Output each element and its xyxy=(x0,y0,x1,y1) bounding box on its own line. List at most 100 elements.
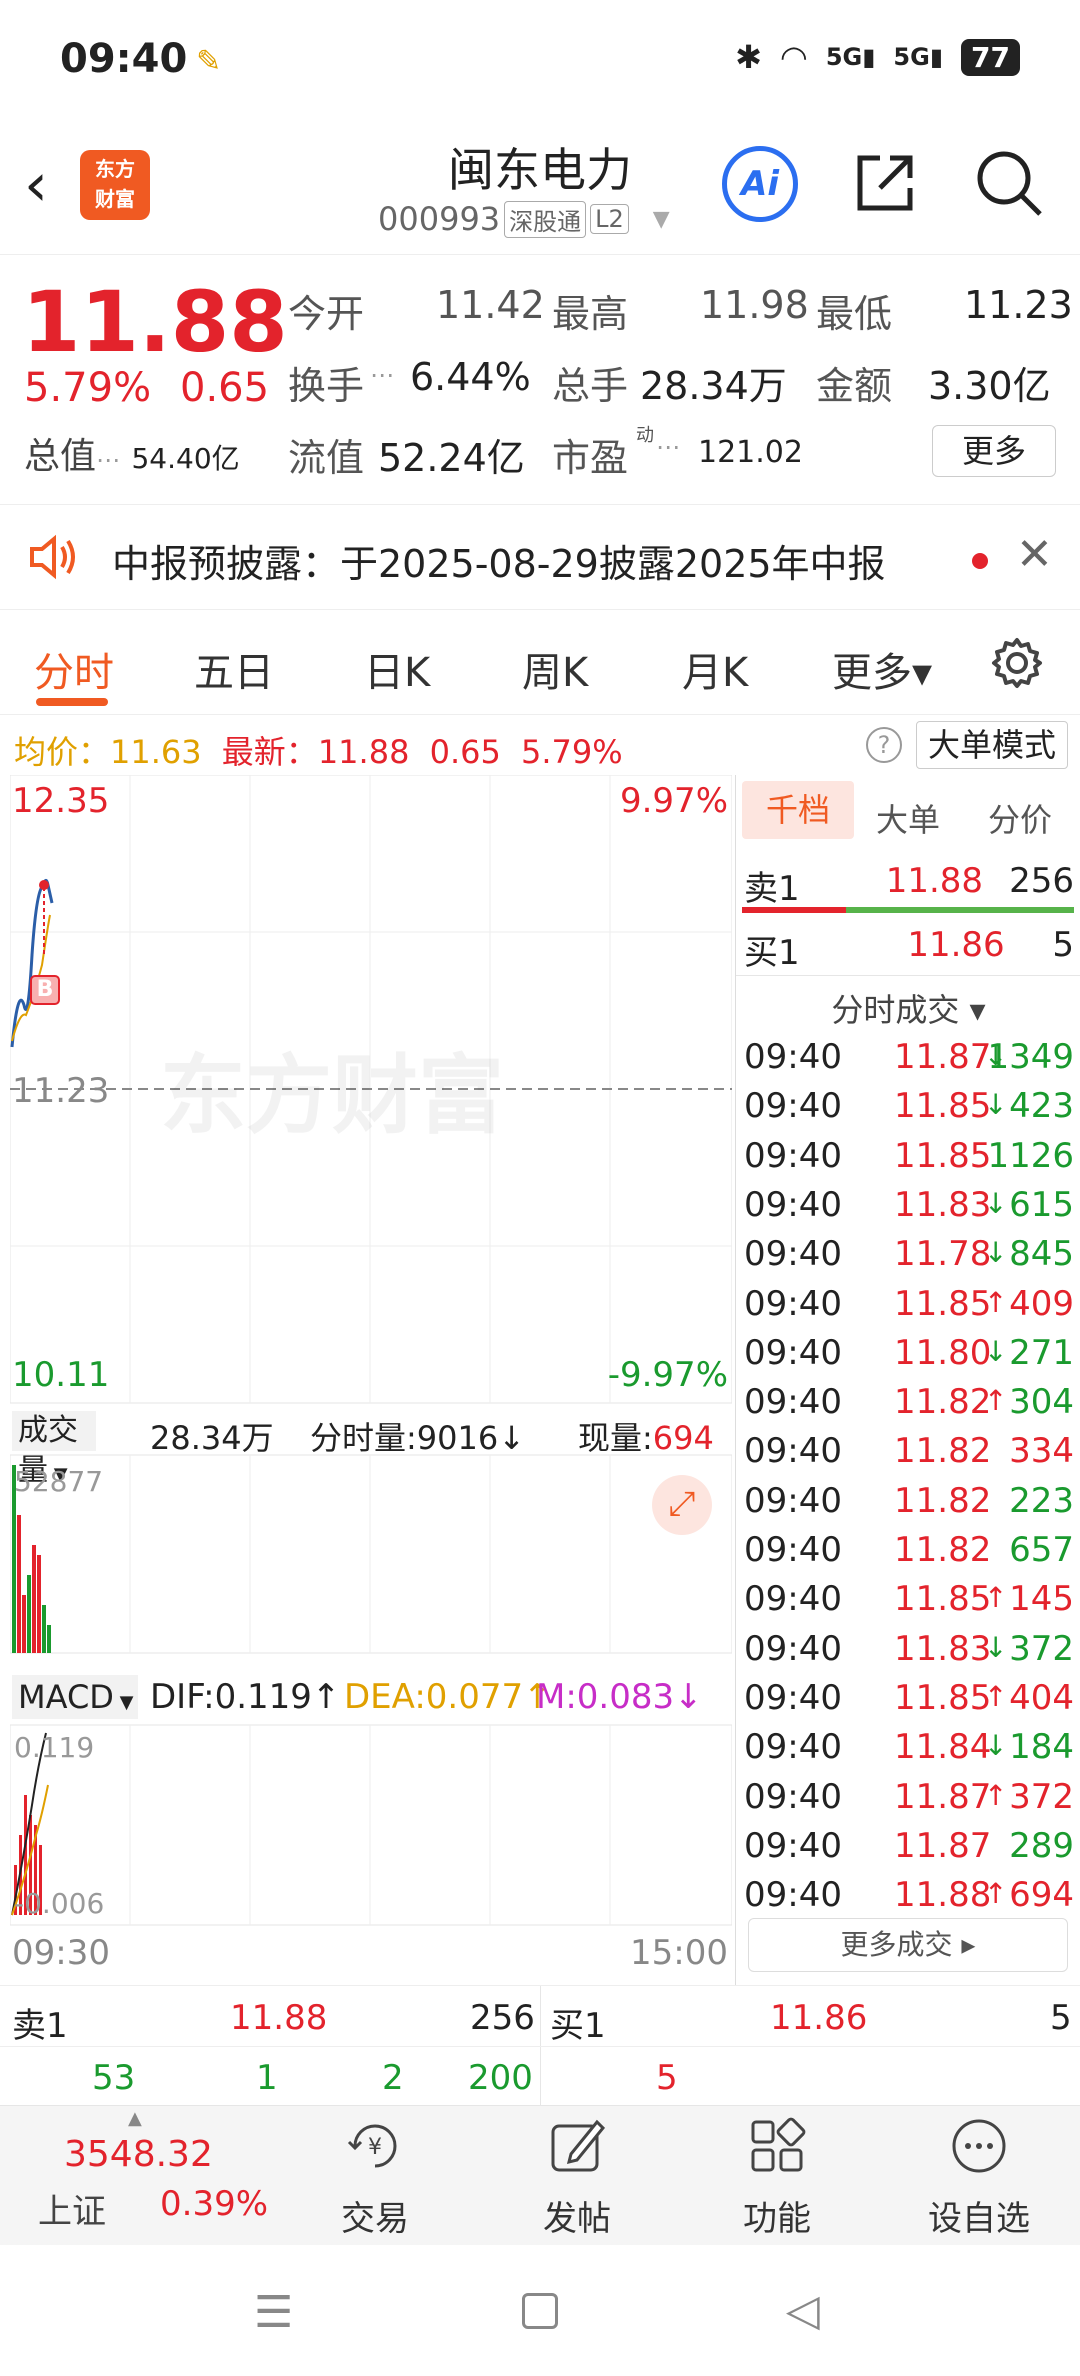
buy-marker[interactable]: B xyxy=(30,975,60,1005)
search-icon[interactable] xyxy=(972,146,1044,218)
trade-price: 11.85 xyxy=(894,1283,992,1324)
trade-volume: 304 xyxy=(1009,1382,1074,1423)
trade-volume: 145 xyxy=(1009,1579,1074,1620)
tab-five-day[interactable]: 五日 xyxy=(194,640,274,698)
trade-volume: 657 xyxy=(1009,1530,1074,1570)
menu-icon[interactable]: ☰ xyxy=(254,2287,293,2338)
total-value[interactable]: 总值⋯ 54.40亿 xyxy=(24,427,240,479)
close-icon[interactable]: ✕ xyxy=(1016,529,1053,580)
intraday-chart[interactable]: 东方财富 12.35 9.97% 11.23 10.11 -9.97% B 成交… xyxy=(10,775,732,1985)
price-axis-bottom: 10.11 xyxy=(12,1355,110,1395)
trade-volume: 694 xyxy=(1009,1875,1074,1916)
trade-direction-icon: ↓ xyxy=(984,1236,1008,1270)
latest-label: 最新： xyxy=(221,733,318,771)
trade-price: 11.87 xyxy=(894,1825,992,1866)
more-trades-button[interactable]: 更多成交 ▸ xyxy=(748,1918,1068,1972)
signal-icon-2: 5G▮ xyxy=(893,43,944,71)
big-order-mode-button[interactable]: 大单模式 xyxy=(916,721,1068,769)
trade-time: 09:40 xyxy=(744,1283,842,1324)
nav-post[interactable]: 发帖 xyxy=(512,2116,642,2240)
index-value[interactable]: 3548.32 xyxy=(64,2134,213,2175)
trade-volume: 184 xyxy=(1009,1727,1074,1768)
trades-list: 09:40 11.87 ↓ 1349 09:40 11.85 ↓ 423 09:40 11.85 1… xyxy=(736,1037,1080,1917)
nav-add-watchlist[interactable]: 设自选 xyxy=(914,2116,1044,2240)
low-value: 11.23 xyxy=(964,283,1073,327)
trade-price: 11.85 xyxy=(894,1579,992,1620)
buy1-row: 买1 11.86 5 xyxy=(744,925,1074,974)
tab-big-orders[interactable]: 大单 xyxy=(876,795,940,841)
trade-row: 09:40 11.85 ↓ 423 xyxy=(744,1086,1074,1135)
notice-bar[interactable]: 中报预披露：于2025-08-29披露2025年中报 ✕ xyxy=(0,505,1080,610)
trade-direction-icon: ↑ xyxy=(984,1679,1008,1713)
trade-row: 09:40 11.87 ↓ 1349 xyxy=(744,1037,1074,1086)
trade-row: 09:40 11.80 ↓ 271 xyxy=(744,1333,1074,1382)
more-button[interactable]: 更多 xyxy=(932,425,1056,477)
tab-more[interactable]: 更多▾ xyxy=(832,640,932,698)
trade-price: 11.87 xyxy=(894,1776,992,1817)
tab-thousand-levels[interactable]: 千档 xyxy=(742,781,854,839)
tab-monthly-k[interactable]: 月K xyxy=(682,640,748,698)
avg-price-bar: 均价：11.63 最新：11.88 0.65 5.79% ? 大单模式 xyxy=(0,715,1080,775)
order-panel: 千档 大单 分价 卖1 11.88 256 买1 11.86 5 分时成交 ▾ … xyxy=(735,775,1080,1985)
avg-value: 11.63 xyxy=(110,733,202,771)
gear-icon[interactable] xyxy=(990,636,1044,690)
nav-functions-label: 功能 xyxy=(743,2199,811,2239)
expand-up-icon[interactable]: ▲ xyxy=(128,2108,142,2129)
tab-price-distribution[interactable]: 分价 xyxy=(988,795,1052,841)
battery-icon: 77 xyxy=(961,38,1020,76)
volume-selector[interactable]: 成交量 ▼ xyxy=(12,1411,96,1488)
nav-trade[interactable]: ¥ 交易 xyxy=(310,2116,440,2240)
quote-panel: 11.88 5.79% 0.65 总值⋯ 54.40亿 今开 11.42 最高 … xyxy=(0,255,1080,505)
trade-price: 11.85 xyxy=(894,1677,992,1718)
bottom-nav: ▲ 3548.32 上证 0.39% ¥ 交易 发帖 功能 设自选 xyxy=(0,2105,1080,2245)
index-pct: 0.39% xyxy=(160,2184,269,2224)
trade-time: 09:40 xyxy=(744,1677,842,1718)
macd-dea: DEA:0.077↑ xyxy=(344,1677,552,1717)
help-icon[interactable]: ? xyxy=(866,727,902,763)
unread-dot xyxy=(972,553,988,569)
amount-label: 金额 xyxy=(816,364,893,408)
turnover-info-icon[interactable]: ⋯ xyxy=(370,361,394,389)
trade-row: 09:40 11.87 ↑ 372 xyxy=(744,1777,1074,1826)
index-name: 上证 xyxy=(38,2192,106,2232)
pe-sup: 动 xyxy=(636,425,654,446)
system-nav-bar: ☰ ◁ xyxy=(0,2245,1080,2376)
tab-daily-k[interactable]: 日K xyxy=(364,640,430,698)
time-axis-start: 09:30 xyxy=(12,1933,110,1973)
float-value: 52.24亿 xyxy=(378,436,525,480)
nav-post-label: 发帖 xyxy=(543,2199,611,2239)
stock-code-row[interactable]: 000993 深股通 L2 ▼ xyxy=(378,200,670,238)
sell1-label: 卖1 xyxy=(744,869,800,909)
macd-selector[interactable]: MACD ▼ xyxy=(12,1675,138,1719)
book-buy1-volume: 5 xyxy=(1050,1998,1072,2038)
trade-price: 11.88 xyxy=(894,1875,992,1916)
ai-icon[interactable]: Ai xyxy=(722,146,798,222)
tab-intraday[interactable]: 分时 xyxy=(34,640,114,698)
home-icon[interactable] xyxy=(522,2293,558,2329)
latest-value: 11.88 xyxy=(317,733,410,771)
back-nav-icon[interactable]: ◁ xyxy=(786,2285,820,2336)
high-value: 11.98 xyxy=(700,283,809,327)
latest-change: 0.65 xyxy=(429,733,501,771)
more-info-icon: ⋯ xyxy=(96,446,121,474)
change-pct: 5.79% xyxy=(24,365,152,411)
trade-price: 11.82 xyxy=(894,1530,992,1570)
trade-volume: 372 xyxy=(1009,1776,1074,1817)
trade-direction-icon: ↑ xyxy=(984,1877,1008,1911)
trade-time: 09:40 xyxy=(744,1628,842,1669)
book-sell-detail-2: 1 xyxy=(256,2058,278,2098)
share-icon[interactable] xyxy=(850,148,920,218)
pe-info-icon[interactable]: ⋯ xyxy=(656,433,680,461)
current-price: 11.88 xyxy=(22,273,288,371)
trade-volume: 271 xyxy=(1009,1332,1074,1373)
trade-time: 09:40 xyxy=(744,1184,842,1225)
high-label: 最高 xyxy=(552,292,629,336)
trade-price: 11.78 xyxy=(894,1234,992,1275)
book-sell1-label: 卖1 xyxy=(12,2006,68,2046)
nav-functions[interactable]: 功能 xyxy=(712,2116,842,2240)
connect-tag: 深股通 xyxy=(504,200,587,238)
tab-weekly-k[interactable]: 周K xyxy=(522,640,588,698)
trades-title[interactable]: 分时成交 ▾ xyxy=(736,985,1080,1031)
trade-icon: ¥ xyxy=(347,2124,397,2168)
expand-icon[interactable]: ⤢ xyxy=(652,1475,712,1535)
